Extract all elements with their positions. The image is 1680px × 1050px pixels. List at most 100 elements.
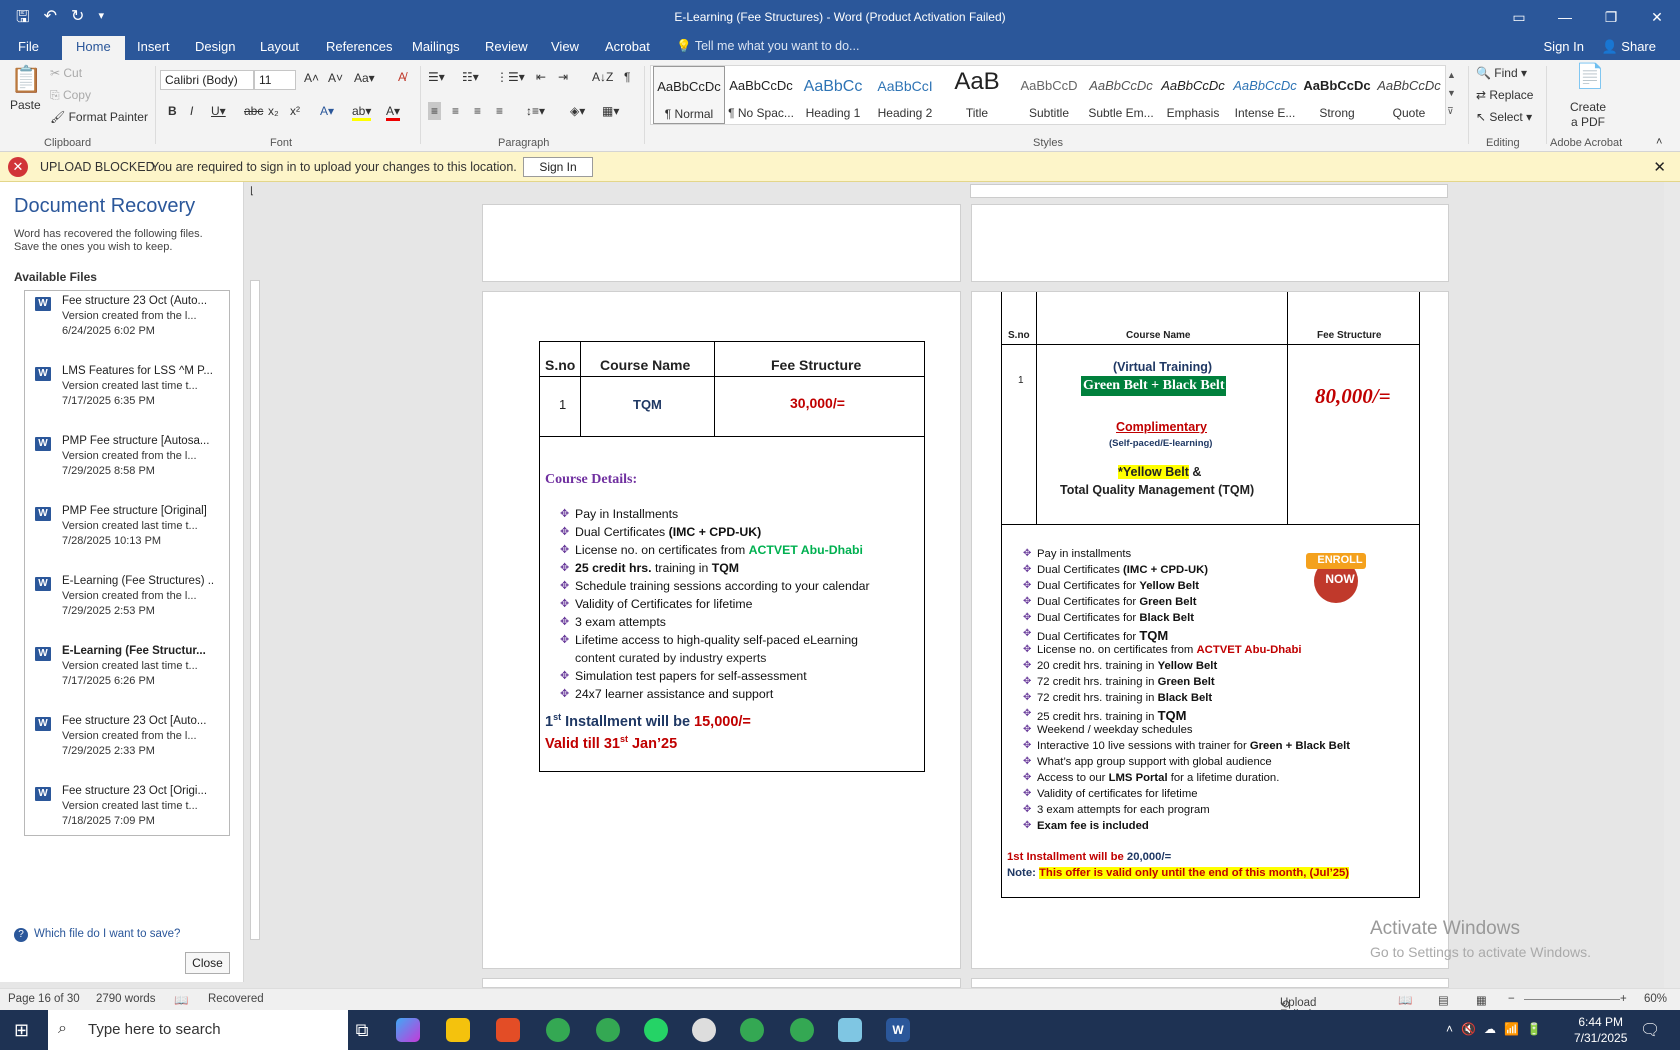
print-layout-icon[interactable]: ▤ xyxy=(1438,993,1449,1007)
style-strong[interactable]: AaBbCcDc Strong xyxy=(1301,66,1373,124)
word-taskbar-icon[interactable]: W xyxy=(886,1018,910,1042)
vertical-ruler[interactable] xyxy=(248,182,262,982)
line-spacing-icon[interactable]: ↕≡▾ xyxy=(526,104,545,118)
chrome-icon[interactable] xyxy=(596,1018,620,1042)
read-mode-icon[interactable]: 📖 xyxy=(1398,993,1412,1007)
ribbon-display-options-icon[interactable]: ▭ xyxy=(1496,0,1542,34)
style-subtle-emphasis[interactable]: AaBbCcDc Subtle Em... xyxy=(1085,66,1157,124)
vertical-scrollbar[interactable] xyxy=(1664,182,1680,988)
recovered-file-item[interactable]: W LMS Features for LSS ^M P... Version cre… xyxy=(25,361,229,427)
style-subtitle[interactable]: AaBbCcD Subtitle xyxy=(1013,66,1085,124)
restore-button[interactable]: ❐ xyxy=(1588,0,1634,34)
style-no-spacing[interactable]: AaBbCcDc ¶ No Spac... xyxy=(725,66,797,124)
recovered-file-item[interactable]: W E-Learning (Fee Structur... Version crea… xyxy=(25,641,229,707)
format-painter-button[interactable]: 🖌 Format Painter xyxy=(50,110,148,124)
style-quote[interactable]: AaBbCcDc Quote xyxy=(1373,66,1445,124)
style-emphasis[interactable]: AaBbCcDc Emphasis xyxy=(1157,66,1229,124)
tab-acrobat[interactable]: Acrobat xyxy=(605,39,650,54)
recovered-file-item[interactable]: W Fee structure 23 Oct [Origi... Version c… xyxy=(25,781,229,835)
multilevel-list-icon[interactable]: ⋮☰▾ xyxy=(496,70,525,84)
chrome-icon[interactable] xyxy=(790,1018,814,1042)
message-sign-in-button[interactable]: Sign In xyxy=(523,157,593,177)
italic-icon[interactable]: I xyxy=(190,104,193,118)
tab-mailings[interactable]: Mailings xyxy=(412,39,460,54)
subscript-icon[interactable]: x₂ xyxy=(268,104,279,118)
shading-icon[interactable]: ◈▾ xyxy=(570,104,585,118)
notification-icon[interactable]: 🗨 xyxy=(1640,1020,1660,1040)
page-left[interactable]: S.no Course Name Fee Structure 1 TQM 30,… xyxy=(482,291,961,969)
grow-font-icon[interactable]: A˄ xyxy=(304,71,319,85)
tab-insert[interactable]: Insert xyxy=(137,39,170,54)
task-view-icon[interactable]: ⧉ xyxy=(350,1018,374,1042)
recovered-file-item[interactable]: W PMP Fee structure [Original] Version cre… xyxy=(25,501,229,567)
borders-icon[interactable]: ▦▾ xyxy=(602,104,619,118)
file-explorer-icon[interactable] xyxy=(446,1018,470,1042)
show-marks-icon[interactable]: ¶ xyxy=(624,70,630,84)
copilot-icon[interactable] xyxy=(396,1018,420,1042)
recovered-file-item[interactable]: W PMP Fee structure [Autosa... Version cre… xyxy=(25,431,229,497)
recovered-file-item[interactable]: W E-Learning (Fee Structures) .. Version c… xyxy=(25,571,229,637)
tell-me-box[interactable]: 💡 Tell me what you want to do... xyxy=(676,39,859,54)
tab-review[interactable]: Review xyxy=(485,39,528,54)
zoom-slider[interactable] xyxy=(1524,999,1620,1000)
horizontal-ruler[interactable] xyxy=(970,184,1448,198)
minimize-button[interactable]: — xyxy=(1542,0,1588,34)
windows-start-icon[interactable]: ⊞ xyxy=(14,1020,29,1041)
copy-button[interactable]: ⎘ Copy xyxy=(50,88,91,103)
clock[interactable]: 6:44 PM 7/31/2025 xyxy=(1574,1014,1627,1046)
font-size-dropdown[interactable]: 11 xyxy=(254,70,296,90)
style-normal[interactable]: AaBbCcDc ¶ Normal xyxy=(653,66,725,124)
tab-references[interactable]: References xyxy=(326,39,392,54)
zoom-out-icon[interactable]: − xyxy=(1508,993,1515,1005)
highlight-icon[interactable]: ab▾ xyxy=(352,104,372,121)
paste-icon[interactable]: 📋 xyxy=(10,64,42,95)
tab-view[interactable]: View xyxy=(551,39,579,54)
tab-file[interactable]: File xyxy=(18,39,39,54)
increase-indent-icon[interactable]: ⇥ xyxy=(558,70,568,84)
page-count[interactable]: Page 16 of 30 xyxy=(8,993,80,1005)
select-button[interactable]: ↖ Select ▾ xyxy=(1476,110,1532,124)
bold-icon[interactable]: B xyxy=(168,104,177,118)
close-message-icon[interactable]: ✕ xyxy=(1653,158,1666,176)
bullets-icon[interactable]: ☰▾ xyxy=(428,70,445,84)
justify-icon[interactable]: ≡ xyxy=(496,104,503,118)
clear-formatting-icon[interactable]: A̸ xyxy=(398,70,406,84)
recovered-file-item[interactable]: W Fee structure 23 Oct (Auto... Version cr… xyxy=(25,291,229,357)
proofing-icon[interactable]: 📖 xyxy=(174,993,188,1007)
text-effects-icon[interactable]: A▾ xyxy=(320,104,334,118)
style-heading-2[interactable]: AaBbCcI Heading 2 xyxy=(869,66,941,124)
cut-button[interactable]: ✂ Cut xyxy=(50,66,82,80)
superscript-icon[interactable]: x² xyxy=(290,104,300,118)
recovery-close-button[interactable]: Close xyxy=(185,952,230,974)
which-file-help-link[interactable]: ? Which file do I want to save? xyxy=(14,928,180,942)
create-pdf-icon[interactable]: 📄 xyxy=(1575,62,1605,91)
decrease-indent-icon[interactable]: ⇤ xyxy=(536,70,546,84)
word-count[interactable]: 2790 words xyxy=(96,993,155,1005)
style-heading-1[interactable]: AaBbCc Heading 1 xyxy=(797,66,869,124)
taskbar-search-box[interactable]: ⌕ Type here to search xyxy=(48,1010,348,1050)
tab-selector-icon[interactable]: ⌊ xyxy=(250,186,254,197)
align-left-icon[interactable]: ≡ xyxy=(428,102,442,120)
font-name-dropdown[interactable]: Calibri (Body) xyxy=(160,70,254,90)
style-title[interactable]: AaB Title xyxy=(941,66,1013,124)
chrome-icon[interactable] xyxy=(740,1018,764,1042)
replace-button[interactable]: ⇄ Replace xyxy=(1476,88,1533,102)
whatsapp-icon[interactable] xyxy=(644,1018,668,1042)
zoom-level[interactable]: 60% xyxy=(1644,993,1667,1005)
font-color-icon[interactable]: A▾ xyxy=(386,104,401,121)
shrink-font-icon[interactable]: A˅ xyxy=(328,71,343,85)
chrome-icon[interactable] xyxy=(546,1018,570,1042)
change-case-icon[interactable]: Aa▾ xyxy=(354,71,375,85)
center-icon[interactable]: ≡ xyxy=(452,104,459,118)
sort-icon[interactable]: A↓Z xyxy=(592,70,613,84)
zoom-in-icon[interactable]: + xyxy=(1620,993,1627,1005)
tab-layout[interactable]: Layout xyxy=(260,39,299,54)
tab-design[interactable]: Design xyxy=(195,39,235,54)
underline-icon[interactable]: U▾ xyxy=(211,104,226,118)
tab-home[interactable]: Home xyxy=(62,36,125,60)
align-right-icon[interactable]: ≡ xyxy=(474,104,481,118)
style-intense-emphasis[interactable]: AaBbCcDc Intense E... xyxy=(1229,66,1301,124)
share-button[interactable]: 👤 Share xyxy=(1601,39,1656,55)
find-button[interactable]: 🔍 Find ▾ xyxy=(1476,66,1527,80)
strikethrough-icon[interactable]: abc xyxy=(244,104,263,118)
